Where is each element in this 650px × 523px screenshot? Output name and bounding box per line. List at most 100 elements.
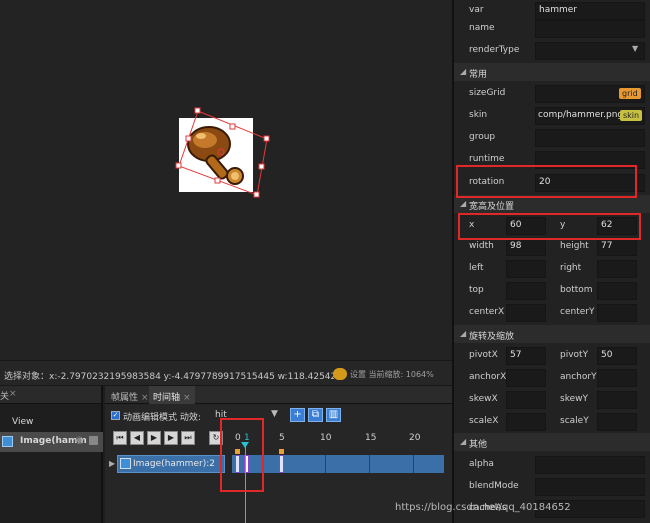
bottom-input[interactable]: [597, 282, 637, 300]
x-value: 60: [510, 220, 522, 230]
grid-badge[interactable]: grid: [619, 88, 641, 99]
tab-frame-props[interactable]: 帧属性 ×: [107, 386, 153, 404]
left-input[interactable]: [506, 260, 546, 278]
skin-badge[interactable]: skin: [620, 110, 643, 121]
anchorx-input[interactable]: [506, 369, 546, 387]
top-input[interactable]: [506, 282, 546, 300]
copy-anim-button[interactable]: ⧉: [308, 408, 323, 422]
prop-renderType: renderType ▼: [454, 40, 650, 62]
close-icon[interactable]: ×: [183, 393, 191, 403]
scalex-input[interactable]: [506, 413, 546, 431]
section-rotate-scale[interactable]: ◢ 旋转及缩放: [454, 325, 650, 343]
skewx-input[interactable]: [506, 391, 546, 409]
section-size-position[interactable]: ◢ 宽高及位置: [454, 195, 650, 213]
lock-icon[interactable]: [89, 436, 98, 445]
prop-label: scaleY: [560, 416, 589, 426]
centerx-input[interactable]: [506, 304, 546, 322]
skewy-input[interactable]: [597, 391, 637, 409]
section-common[interactable]: ◢ 常用: [454, 63, 650, 81]
resize-handle[interactable]: [258, 163, 265, 170]
prop-label: pivotY: [560, 350, 589, 360]
keyframe[interactable]: [235, 455, 240, 473]
delete-anim-button[interactable]: ▥: [326, 408, 341, 422]
tab-timeline[interactable]: 时间轴 ×: [149, 386, 195, 404]
chevron-down-icon[interactable]: ▼: [271, 409, 278, 419]
prev-frame-button[interactable]: ◀: [130, 431, 144, 445]
centery-input[interactable]: [597, 304, 637, 322]
y-value: 62: [601, 220, 613, 230]
frame-divider: [325, 455, 326, 473]
ruler-tick: 15: [365, 433, 377, 443]
eye-icon[interactable]: ◉: [75, 435, 84, 446]
first-frame-button[interactable]: ⏮: [113, 431, 127, 445]
scene-canvas[interactable]: [0, 0, 452, 360]
track-name: Image(hammer):2: [133, 459, 215, 469]
anim-select[interactable]: hit: [215, 410, 227, 420]
prop-label: blendMode: [469, 481, 519, 491]
skin-value: comp/hammer.png: [538, 110, 624, 120]
name-input[interactable]: [535, 20, 645, 38]
image-icon: [2, 436, 13, 447]
playhead[interactable]: [245, 445, 246, 523]
expand-arrow-icon[interactable]: ▶: [109, 459, 115, 468]
prop-label: anchorY: [560, 372, 597, 382]
play-button[interactable]: ▶: [147, 431, 161, 445]
right-input[interactable]: [597, 260, 637, 278]
prop-width-height: width 98 height 77: [454, 236, 650, 258]
prop-sizeGrid: sizeGrid grid: [454, 83, 650, 105]
resize-handle[interactable]: [263, 135, 270, 142]
last-frame-button[interactable]: ⏭: [181, 431, 195, 445]
tree-item-image[interactable]: Image(hamm ◉: [0, 432, 103, 452]
ruler-tick: 10: [320, 433, 332, 443]
hierarchy-tab[interactable]: 关: [0, 389, 9, 402]
alpha-input[interactable]: [535, 456, 645, 474]
prop-label: centerY: [560, 307, 595, 317]
chevron-down-icon[interactable]: ▼: [632, 44, 638, 53]
close-icon[interactable]: ×: [9, 389, 17, 399]
anim-edit-checkbox[interactable]: ✓: [111, 411, 120, 420]
blendmode-select[interactable]: [535, 478, 645, 496]
prop-label: rotation: [469, 177, 505, 187]
prop-blendMode: blendMode: [454, 476, 650, 498]
prop-label: bottom: [560, 285, 593, 295]
section-other[interactable]: ◢ 其他: [454, 433, 650, 451]
prop-label: pivotX: [469, 350, 498, 360]
ruler-tick: 20: [409, 433, 421, 443]
prop-label: x: [469, 220, 475, 230]
section-title: 常用: [469, 70, 488, 80]
playback-controls: ⏮ ◀ ▶ ▶ ⏭ ↻: [113, 431, 223, 447]
add-anim-button[interactable]: +: [290, 408, 305, 422]
ruler-tick: 5: [279, 433, 285, 443]
hierarchy-panel: 关 × View Image(hamm ◉: [0, 386, 103, 523]
prop-x-y: x 60 y 62: [454, 215, 650, 237]
prop-label: scaleX: [469, 416, 499, 426]
resize-handle[interactable]: [253, 191, 260, 198]
rotation-input[interactable]: [535, 174, 645, 192]
zoom-info: 设置 当前缩放: 1064%: [350, 370, 434, 379]
prop-label: sizeGrid: [469, 88, 506, 98]
var-value: hammer: [539, 5, 577, 15]
selection-info: 选择对象：x:-2.7970232195983584 y:-4.47977899…: [4, 372, 334, 382]
prop-skew: skewX skewY: [454, 389, 650, 411]
track-label[interactable]: Image(hammer):2: [117, 455, 225, 473]
height-value: 77: [601, 241, 613, 251]
runtime-input[interactable]: [535, 151, 645, 169]
prop-name: name: [454, 18, 650, 40]
loop-button[interactable]: ↻: [209, 431, 223, 445]
rendertype-select[interactable]: [535, 42, 645, 60]
group-input[interactable]: [535, 129, 645, 147]
prop-label: var: [469, 5, 484, 15]
resize-handle[interactable]: [194, 107, 201, 114]
anchory-input[interactable]: [597, 369, 637, 387]
scaley-input[interactable]: [597, 413, 637, 431]
prop-label: runtime: [469, 154, 505, 164]
tree-item-view[interactable]: View: [0, 413, 103, 433]
collapse-icon: ◢: [460, 199, 467, 208]
prop-label: anchorX: [469, 372, 507, 382]
zoom-indicator-icon: [333, 368, 347, 380]
close-icon[interactable]: ×: [141, 393, 149, 403]
anim-edit-label: 动画编辑模式 动效:: [123, 413, 201, 423]
next-frame-button[interactable]: ▶: [164, 431, 178, 445]
hammer-sprite[interactable]: [179, 118, 253, 192]
keyframe[interactable]: [279, 455, 284, 473]
